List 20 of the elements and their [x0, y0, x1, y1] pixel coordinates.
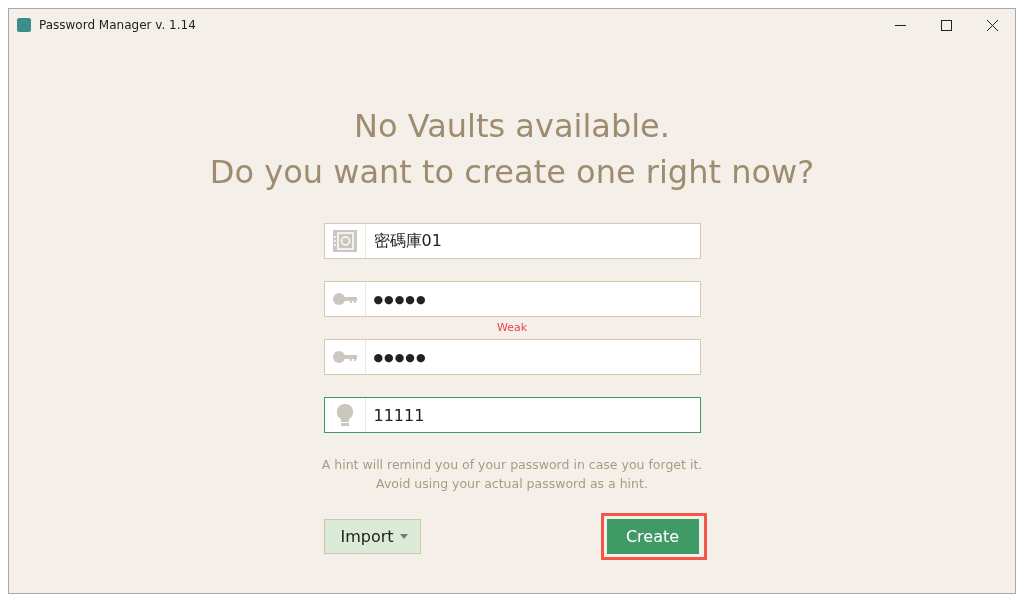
- password-field[interactable]: ●●●●●: [323, 339, 701, 375]
- key-icon: [332, 351, 357, 363]
- app-icon: [17, 18, 31, 32]
- heading-text: No Vaults available.: [354, 106, 670, 147]
- hint-note: A hint will remind you of your password in case you forget it.: [321, 456, 703, 474]
- hint-field[interactable]: 11111: [323, 397, 701, 433]
- strength-label: Weak: [496, 320, 528, 336]
- lightbulb-icon: [336, 404, 353, 426]
- window-title: Password Manager v. 1.14: [39, 18, 197, 32]
- caret-icon: [399, 534, 408, 539]
- import-button[interactable]: Import: [323, 519, 421, 554]
- vault-name-field[interactable]: 密碼庫01: [323, 223, 701, 259]
- hint-note: Avoid using your actual password as a hint.: [375, 475, 649, 493]
- close-icon: [986, 19, 998, 31]
- key-icon: [332, 293, 357, 305]
- safe-icon: [332, 230, 357, 252]
- maximize-icon: [940, 19, 952, 31]
- heading-text: Do you want to create one right now?: [209, 152, 815, 193]
- minimize-icon: [894, 24, 906, 26]
- password-field[interactable]: ●●●●●: [323, 281, 701, 317]
